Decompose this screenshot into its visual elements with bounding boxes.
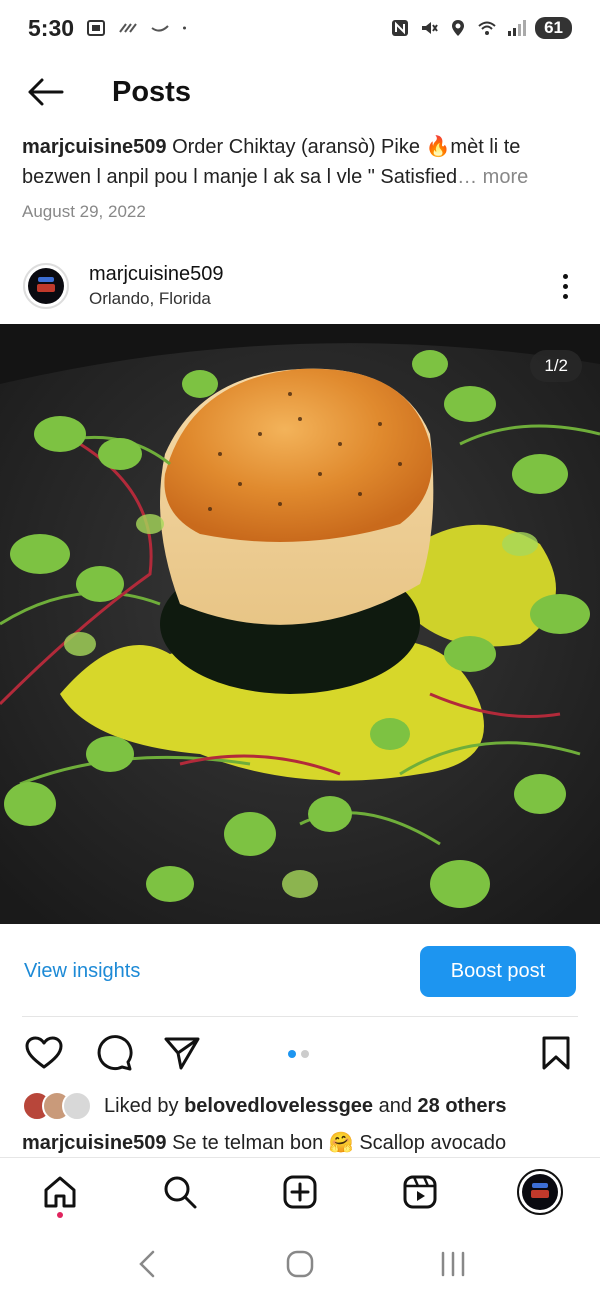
caption-bottom-text: Se te telman bon 🤗 Scallop avocado (172, 1132, 507, 1154)
chevron-left-icon (138, 1250, 154, 1278)
caption-bottom-username[interactable]: marjcuisine509 (22, 1132, 167, 1154)
more-options-icon[interactable] (550, 266, 580, 306)
send-icon (164, 1037, 200, 1070)
tab-create[interactable] (270, 1162, 330, 1222)
carousel-indicator (288, 1050, 309, 1058)
caption-preview: marjcuisine509 Order Chiktay (aransò) Pi… (22, 132, 582, 192)
search-icon (164, 1176, 197, 1208)
system-back-button[interactable] (117, 1234, 177, 1294)
post-photo[interactable] (0, 324, 600, 924)
save-button[interactable] (534, 1031, 578, 1075)
carousel-dot-active (288, 1050, 296, 1058)
page-title: Posts (112, 75, 191, 108)
mute-icon (422, 22, 438, 34)
system-home-button[interactable] (270, 1234, 330, 1294)
liker-avatar (62, 1091, 92, 1121)
comment-icon (97, 1035, 133, 1071)
cell-signal-icon (508, 20, 527, 36)
status-bar: 5:30 61 (0, 0, 600, 56)
app-header: Posts (0, 62, 600, 122)
status-time: 5:30 (28, 14, 75, 41)
notification-dot-icon (183, 26, 187, 30)
heart-icon (25, 1036, 63, 1069)
post-header: marjcuisine509 Orlando, Florida (0, 258, 600, 314)
likes-others[interactable]: 28 others (418, 1095, 507, 1117)
back-arrow-icon (28, 78, 64, 106)
back-button[interactable] (0, 62, 90, 122)
carousel-dot (301, 1050, 309, 1058)
nfc-icon (392, 20, 409, 36)
tab-reels[interactable] (390, 1162, 450, 1222)
screenshot-icon (87, 20, 106, 36)
post-actions (0, 1030, 600, 1076)
battery-level: 61 (535, 17, 572, 39)
location-icon (452, 20, 465, 36)
home-icon (44, 1176, 76, 1207)
liker-username[interactable]: belovedlovelessgee (184, 1095, 373, 1117)
caption-username[interactable]: marjcuisine509 (22, 136, 167, 158)
profile-avatar (517, 1168, 563, 1215)
insights-row: View insights Boost post (0, 944, 600, 998)
bottom-tab-bar (0, 1157, 600, 1225)
likes-text: Liked by belovedlovelessgee and 28 other… (104, 1094, 507, 1117)
boost-post-button[interactable]: Boost post (420, 945, 576, 997)
home-circle-icon (286, 1250, 314, 1278)
caption-bottom: marjcuisine509 Se te telman bon 🤗 Scallo… (22, 1130, 582, 1155)
share-button[interactable] (160, 1031, 204, 1075)
swipe-icon (151, 25, 169, 32)
reels-icon (403, 1175, 437, 1208)
signal-lines-icon (119, 23, 137, 33)
recents-icon (442, 1251, 465, 1277)
photo-counter: 1/2 (530, 350, 582, 382)
system-recents-button[interactable] (423, 1234, 483, 1294)
tab-search[interactable] (150, 1162, 210, 1222)
tab-profile[interactable] (510, 1162, 570, 1222)
post-location[interactable]: Orlando, Florida (89, 289, 224, 309)
like-button[interactable] (22, 1031, 66, 1075)
view-insights-link[interactable]: View insights (24, 960, 140, 983)
more-link[interactable]: … more (457, 166, 528, 188)
post-date: August 29, 2022 (22, 202, 146, 221)
system-nav-bar (0, 1228, 600, 1300)
avatar[interactable] (23, 263, 69, 309)
comment-button[interactable] (92, 1031, 136, 1075)
tab-home[interactable] (30, 1162, 90, 1222)
post-username[interactable]: marjcuisine509 (89, 263, 224, 286)
likes-row[interactable]: Liked by belovedlovelessgee and 28 other… (22, 1090, 582, 1122)
notification-dot (57, 1211, 63, 1218)
wifi-icon (478, 21, 496, 35)
divider (22, 1016, 578, 1017)
add-post-icon (283, 1175, 317, 1208)
bookmark-icon (542, 1036, 570, 1070)
scallop-dish-image (0, 324, 600, 924)
